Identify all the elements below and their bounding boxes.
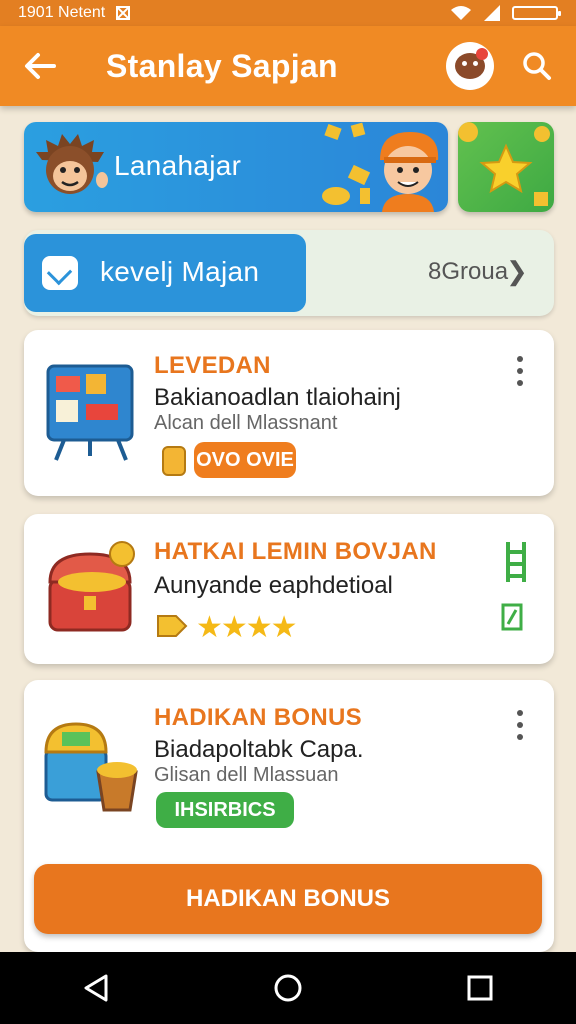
status-bar: 1901 Netent	[0, 0, 576, 26]
card-title: HADIKAN BONUS	[154, 704, 362, 731]
more-menu-icon[interactable]	[508, 356, 532, 386]
profile-avatar[interactable]	[446, 42, 494, 90]
rating-stars: ★★★★	[196, 611, 298, 644]
banner-label: Lanahajar	[114, 150, 242, 181]
app-bar: Stanlay Sapjan	[0, 26, 576, 106]
level-button[interactable]: kevelj Majan	[24, 234, 306, 312]
card-title: LEVEDAN	[154, 352, 271, 379]
board-illustration-icon	[46, 364, 134, 461]
check-icon	[42, 256, 78, 290]
content-area: Lanahajar kevelj Majan 8Groua ❯ LEVEDAN …	[0, 106, 576, 952]
character-left-icon	[36, 134, 108, 194]
card-meta: Glisan dell Mlassuan	[154, 764, 339, 786]
coin-icon	[162, 446, 186, 476]
banner-side-card[interactable]	[458, 122, 554, 212]
bonus-button[interactable]: HADIKAN BONUS	[34, 864, 542, 934]
status-time: 1901 Netent	[18, 4, 106, 21]
home-circle-icon	[274, 974, 302, 1002]
list-item[interactable]: HATKAI LEMIN BOVJAN Aunyande eaphdetioal…	[24, 514, 554, 664]
card-title: HATKAI LEMIN BOVJAN	[154, 538, 437, 565]
search-icon	[523, 52, 551, 80]
notification-dot	[476, 48, 488, 60]
treasure-box-icon	[44, 722, 138, 812]
nav-back-button[interactable]	[66, 958, 126, 1018]
more-menu-icon[interactable]	[508, 710, 532, 740]
edit-icon[interactable]	[500, 602, 524, 632]
battery-icon	[512, 6, 561, 20]
card-subtitle: Aunyande eaphdetioal	[154, 572, 393, 599]
level-row[interactable]: kevelj Majan 8Groua ❯	[24, 230, 554, 316]
treasure-chest-icon	[48, 541, 135, 632]
banner-card[interactable]: Lanahajar	[24, 122, 448, 212]
list-item[interactable]: LEVEDAN Bakianoadlan tlaiohainj Alcan de…	[24, 330, 554, 496]
wifi-icon	[451, 6, 471, 20]
back-arrow-icon	[25, 53, 56, 79]
star-icon	[458, 122, 550, 206]
search-button[interactable]	[512, 41, 562, 91]
card-subtitle: Bakianoadlan tlaiohainj	[154, 384, 401, 411]
tag-icon	[157, 615, 188, 637]
page-title: Stanlay Sapjan	[106, 47, 338, 84]
signal-icon	[484, 5, 500, 21]
back-triangle-icon	[84, 974, 108, 1002]
recents-square-icon	[467, 975, 493, 1001]
status-badge[interactable]: OVO OVIE	[194, 442, 296, 478]
nav-home-button[interactable]	[258, 958, 318, 1018]
back-button[interactable]	[0, 26, 80, 106]
chevron-right-icon: ❯	[506, 256, 528, 286]
system-nav-bar	[0, 952, 576, 1024]
ladder-icon[interactable]	[496, 538, 536, 586]
character-right-icon	[380, 132, 439, 212]
nav-recents-button[interactable]	[450, 958, 510, 1018]
level-count: 8Groua	[428, 258, 509, 285]
level-label: kevelj Majan	[100, 256, 260, 287]
card-meta: Alcan dell Mlassnant	[154, 412, 338, 434]
notification-icon	[116, 6, 131, 20]
card-subtitle: Biadapoltabk Capa.	[154, 736, 364, 763]
status-badge[interactable]: IHSIRBICS	[156, 792, 294, 828]
